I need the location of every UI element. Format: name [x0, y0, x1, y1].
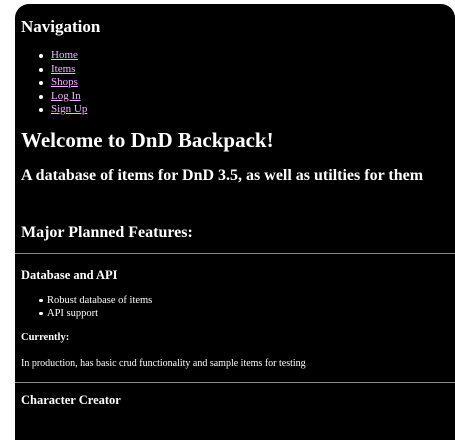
welcome-heading: Welcome to DnD Backpack! — [21, 127, 274, 152]
navigation-heading: Navigation — [21, 17, 101, 36]
page-content: Navigation Home Items Shops Log In Sign … — [15, 17, 455, 408]
status-text: In production, has basic crud functional… — [21, 357, 306, 369]
section-divider — [15, 252, 455, 254]
features-heading: Major Planned Features: — [21, 223, 193, 241]
feature-character-creator-title: Character Creator — [21, 392, 121, 407]
feature-database-bullets: Robust database of items API support — [21, 294, 455, 320]
list-item: API support — [39, 307, 455, 320]
nav-item-home: Home — [39, 49, 455, 63]
nav-link-items[interactable]: Items — [51, 63, 75, 75]
nav-item-items: Items — [39, 63, 455, 77]
nav-link-home[interactable]: Home — [51, 49, 78, 61]
nav-item-shops: Shops — [39, 76, 455, 90]
list-item: Robust database of items — [39, 294, 455, 307]
status-label: Currently: — [21, 331, 70, 343]
nav-link-log-in[interactable]: Log In — [51, 90, 81, 102]
nav-link-shops[interactable]: Shops — [51, 76, 78, 88]
nav-link-sign-up[interactable]: Sign Up — [51, 103, 87, 115]
nav-item-sign-up: Sign Up — [39, 103, 455, 117]
section-divider — [15, 381, 455, 383]
nav-item-log-in: Log In — [39, 90, 455, 104]
tagline-heading: A database of items for DnD 3.5, as well… — [21, 166, 424, 184]
navigation-list: Home Items Shops Log In Sign Up — [21, 49, 455, 117]
feature-database-title: Database and API — [21, 267, 118, 282]
page-frame: Navigation Home Items Shops Log In Sign … — [15, 4, 455, 440]
